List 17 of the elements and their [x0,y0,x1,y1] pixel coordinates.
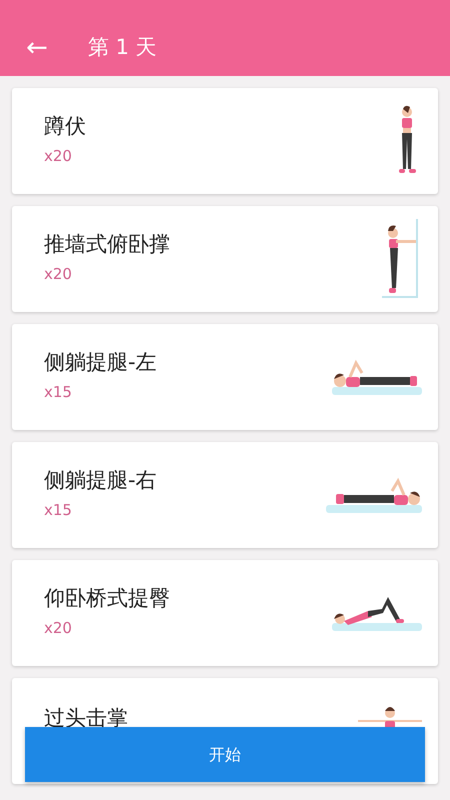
repetition-count: x20 [44,146,73,168]
exercise-name: 侧躺提腿-右 [44,468,158,494]
exercise-name: 蹲伏 [44,114,87,140]
exercise-name: 仰卧桥式提臀 [44,586,171,612]
start-button[interactable]: 开始 [25,727,425,782]
repetition-count: x20 [44,618,73,640]
exercise-card[interactable]: 侧躺提腿-右 x15 [12,442,438,548]
repetition-count: x20 [44,264,73,286]
exercise-card[interactable]: 仰卧桥式提臀 x20 [12,560,438,666]
exercise-name: 侧躺提腿-左 [44,350,158,376]
exercise-card[interactable]: 推墙式俯卧撑 x20 [12,206,438,312]
repetition-count: x15 [44,500,73,522]
exercise-card[interactable]: 侧躺提腿-左 x15 [12,324,438,430]
exercise-name: 推墙式俯卧撑 [44,232,171,258]
exercise-card[interactable]: 蹲伏 x20 [12,88,438,194]
repetition-count: x15 [44,382,73,404]
page-title: 第 1 天 [88,34,157,62]
